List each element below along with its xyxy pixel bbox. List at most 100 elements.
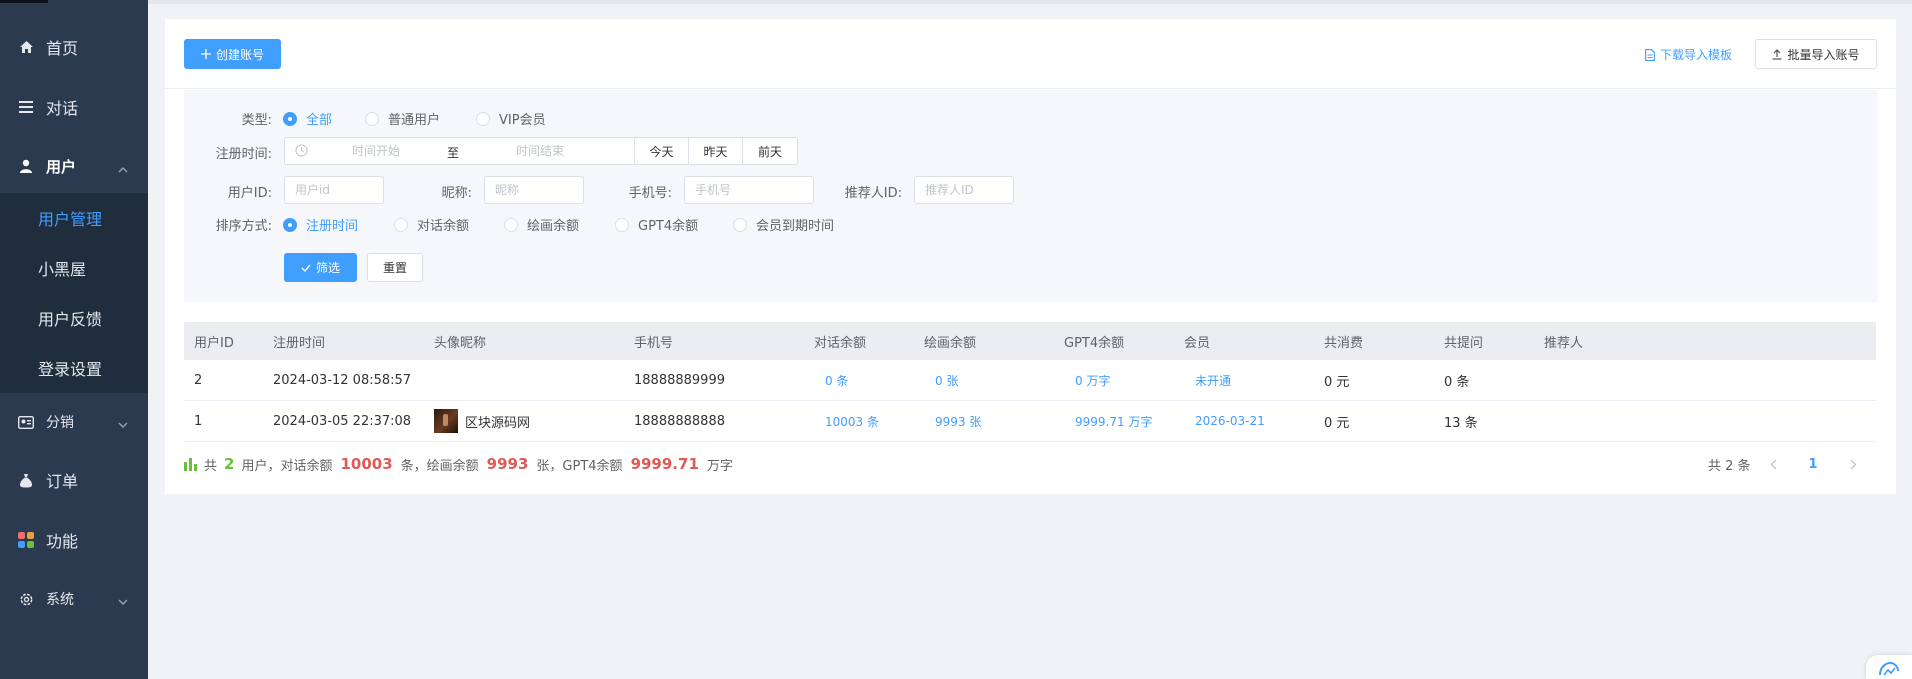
reset-button[interactable]: 重置 <box>367 253 423 282</box>
money-bag-icon <box>18 472 34 488</box>
sidebar-subitem-user-management[interactable]: 用户管理 <box>0 193 148 243</box>
list-icon <box>18 99 34 115</box>
nickname-label: 昵称: <box>441 186 472 201</box>
sidebar-item-distribution[interactable]: 分销 <box>0 392 148 452</box>
users-submenu: 用户管理 小黑屋 用户反馈 登录设置 <box>0 193 148 393</box>
chevron-right-icon <box>1850 459 1856 469</box>
referrer-id-input[interactable] <box>914 176 1014 204</box>
sidebar-subitem-feedback[interactable]: 用户反馈 <box>0 293 148 343</box>
sidebar-item-orders[interactable]: 订单 <box>0 450 148 510</box>
date-start-input[interactable] <box>313 138 439 164</box>
cell-chat-balance-link[interactable]: 0 条 <box>825 360 848 400</box>
sidebar-item-label: 订单 <box>46 472 79 491</box>
sidebar-item-label: 对话 <box>46 99 79 118</box>
table-row: 1 2024-03-05 22:37:08 区块源码网 18888888888 … <box>184 401 1876 442</box>
radio-label: 注册时间 <box>306 219 359 234</box>
batch-import-button[interactable]: 批量导入账号 <box>1755 39 1877 69</box>
cell-phone: 18888889999 <box>634 372 725 388</box>
cell-phone: 18888888888 <box>634 413 725 429</box>
radio-circle <box>394 217 408 232</box>
plus-icon <box>200 49 211 59</box>
sort-radio-gpt4-balance[interactable]: GPT4余额 <box>615 215 698 234</box>
radio-label: 对话余额 <box>417 219 470 234</box>
filter-button-label: 筛选 <box>315 261 340 275</box>
type-radio-vip[interactable]: VIP会员 <box>476 109 546 128</box>
col-header-phone: 手机号 <box>634 335 674 351</box>
sidebar-subitem-blacklist[interactable]: 小黑屋 <box>0 243 148 293</box>
sort-radio-reg-time[interactable]: 注册时间 <box>283 215 358 234</box>
col-header-referrer: 推荐人 <box>1544 335 1584 351</box>
chevron-down-icon <box>118 595 128 610</box>
sidebar-item-features[interactable]: 功能 <box>0 510 148 570</box>
sidebar-item-system[interactable]: 系统 <box>0 569 148 629</box>
next-page-button[interactable] <box>1846 452 1860 476</box>
sort-radio-member-expiry[interactable]: 会员到期时间 <box>733 215 834 234</box>
cell-gpt4-balance-link[interactable]: 9999.71 万字 <box>1075 401 1152 441</box>
cell-questions: 13 条 <box>1444 415 1478 431</box>
sidebar-subitem-login-settings[interactable]: 登录设置 <box>0 343 148 393</box>
logo-strip <box>0 0 48 3</box>
radio-circle <box>283 217 297 232</box>
create-account-label: 创建账号 <box>215 47 264 62</box>
referrer-id-label: 推荐人ID: <box>844 186 902 201</box>
cell-gpt4-balance-link[interactable]: 0 万字 <box>1075 360 1110 400</box>
type-radio-normal[interactable]: 普通用户 <box>365 109 440 128</box>
sidebar-item-users[interactable]: 用户 <box>0 136 148 196</box>
col-header-gpt4-balance: GPT4余额 <box>1064 335 1125 351</box>
type-label: 类型: <box>241 113 272 128</box>
sidebar-item-label: 功能 <box>46 532 79 551</box>
sidebar-item-chat[interactable]: 对话 <box>0 77 148 137</box>
cell-spent: 0 元 <box>1324 374 1350 390</box>
today-button[interactable]: 今天 <box>634 137 689 165</box>
col-header-user-id: 用户ID <box>194 335 234 351</box>
float-widget-icon <box>1879 661 1899 676</box>
user-id-input[interactable] <box>284 176 384 204</box>
cell-spent: 0 元 <box>1324 415 1350 431</box>
page-number-current[interactable]: 1 <box>1806 452 1820 476</box>
batch-import-label: 批量导入账号 <box>1787 47 1860 62</box>
phone-label: 手机号: <box>628 186 672 201</box>
sidebar-item-label: 分销 <box>46 415 74 431</box>
download-template-link[interactable]: 下载导入模板 <box>1645 46 1732 63</box>
reg-time-range-picker[interactable]: 至 <box>284 137 642 165</box>
gear-icon <box>18 591 34 607</box>
yesterday-button[interactable]: 昨天 <box>688 137 743 165</box>
radio-label: 普通用户 <box>388 113 441 128</box>
id-card-icon <box>18 414 34 430</box>
apps-icon <box>18 532 34 548</box>
top-divider <box>148 0 1912 4</box>
filter-button[interactable]: 筛选 <box>284 253 357 282</box>
day-before-button[interactable]: 前天 <box>742 137 798 165</box>
cell-questions: 0 条 <box>1444 374 1470 390</box>
cell-member-link[interactable]: 2026-03-21 <box>1195 401 1265 441</box>
radio-label: GPT4余额 <box>638 219 699 234</box>
sidebar: 首页 对话 用户 用户管理 小黑屋 用户反馈 登录设置 分销 订单 功能 系统 <box>0 0 148 679</box>
sort-radio-draw-balance[interactable]: 绘画余额 <box>504 215 579 234</box>
sidebar-item-home[interactable]: 首页 <box>0 17 148 77</box>
type-radio-all[interactable]: 全部 <box>283 109 332 128</box>
col-header-questions: 共提问 <box>1444 335 1484 351</box>
cell-user-id: 2 <box>194 372 203 388</box>
floating-widget[interactable] <box>1866 655 1912 679</box>
prev-page-button[interactable] <box>1766 452 1780 476</box>
nickname-input[interactable] <box>484 176 584 204</box>
pagination: 共 2 条 <box>1708 452 1751 476</box>
cell-chat-balance-link[interactable]: 10003 条 <box>825 401 879 441</box>
sidebar-item-label: 系统 <box>46 592 74 608</box>
bar-chart-icon <box>184 457 198 471</box>
date-separator: 至 <box>447 146 460 160</box>
chevron-left-icon <box>1770 459 1776 469</box>
cell-draw-balance-link[interactable]: 0 张 <box>935 360 958 400</box>
summary-text: 张，GPT4余额 <box>536 458 623 474</box>
date-end-input[interactable] <box>465 138 615 164</box>
cell-member-link[interactable]: 未开通 <box>1195 360 1231 400</box>
phone-input[interactable] <box>684 176 814 204</box>
create-account-button[interactable]: 创建账号 <box>184 39 281 69</box>
sidebar-item-label: 用户 <box>46 157 77 176</box>
sort-radio-chat-balance[interactable]: 对话余额 <box>394 215 469 234</box>
summary-draw-total: 9993 <box>486 455 529 473</box>
home-icon <box>18 39 34 55</box>
sort-label: 排序方式: <box>215 219 272 234</box>
cell-draw-balance-link[interactable]: 9993 张 <box>935 401 981 441</box>
summary-gpt4-total: 9999.71 <box>630 455 699 473</box>
